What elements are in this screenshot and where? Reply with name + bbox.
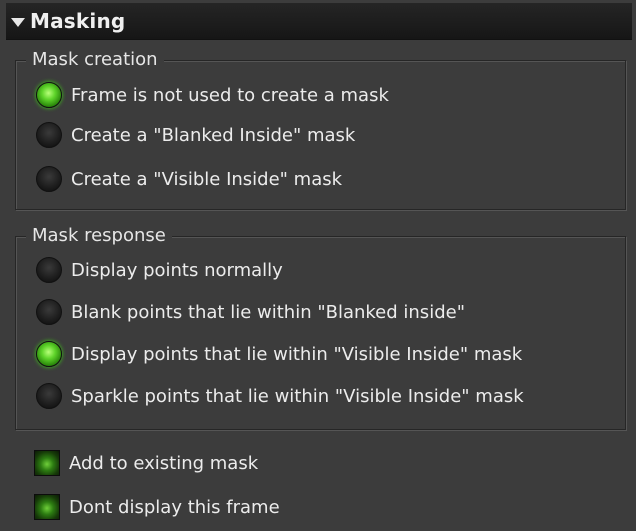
checkbox-dont-display-frame[interactable]: Dont display this frame xyxy=(34,494,280,520)
radio-label: Create a "Blanked Inside" mask xyxy=(71,124,356,146)
radio-label: Sparkle points that lie within "Visible … xyxy=(71,385,524,407)
mask-response-group: Mask response Display points normally Bl… xyxy=(15,224,626,430)
mask-creation-group: Mask creation Frame is not used to creat… xyxy=(15,48,626,210)
checkbox-indicator-icon[interactable] xyxy=(34,450,60,476)
radio-label: Blank points that lie within "Blanked in… xyxy=(71,301,465,323)
radio-display-normally[interactable]: Display points normally xyxy=(36,257,283,283)
radio-label: Display points normally xyxy=(71,259,283,281)
radio-create-blanked-inside[interactable]: Create a "Blanked Inside" mask xyxy=(36,122,355,148)
checkbox-indicator-icon[interactable] xyxy=(34,494,60,520)
checkbox-add-to-existing-mask[interactable]: Add to existing mask xyxy=(34,450,258,476)
collapse-triangle-icon[interactable] xyxy=(11,17,25,27)
radio-label: Display points that lie within "Visible … xyxy=(71,343,523,365)
radio-create-visible-inside[interactable]: Create a "Visible Inside" mask xyxy=(36,166,342,192)
mask-response-legend: Mask response xyxy=(26,224,172,248)
radio-blank-points-within[interactable]: Blank points that lie within "Blanked in… xyxy=(36,299,465,325)
radio-indicator-icon[interactable] xyxy=(36,257,62,283)
radio-indicator-icon[interactable] xyxy=(36,299,62,325)
radio-indicator-icon[interactable] xyxy=(36,166,62,192)
section-title: Masking xyxy=(30,9,126,33)
radio-frame-not-used[interactable]: Frame is not used to create a mask xyxy=(36,82,389,108)
radio-sparkle-points-within[interactable]: Sparkle points that lie within "Visible … xyxy=(36,383,524,409)
radio-indicator-icon[interactable] xyxy=(36,82,62,108)
radio-indicator-icon[interactable] xyxy=(36,122,62,148)
radio-indicator-icon[interactable] xyxy=(36,383,62,409)
radio-label: Frame is not used to create a mask xyxy=(71,84,389,106)
masking-section-header[interactable]: Masking xyxy=(6,3,632,40)
checkbox-label: Add to existing mask xyxy=(69,452,259,474)
radio-indicator-icon[interactable] xyxy=(36,341,62,367)
mask-creation-legend: Mask creation xyxy=(26,48,164,72)
radio-display-points-within[interactable]: Display points that lie within "Visible … xyxy=(36,341,522,367)
checkbox-label: Dont display this frame xyxy=(69,496,280,518)
radio-label: Create a "Visible Inside" mask xyxy=(71,168,343,190)
